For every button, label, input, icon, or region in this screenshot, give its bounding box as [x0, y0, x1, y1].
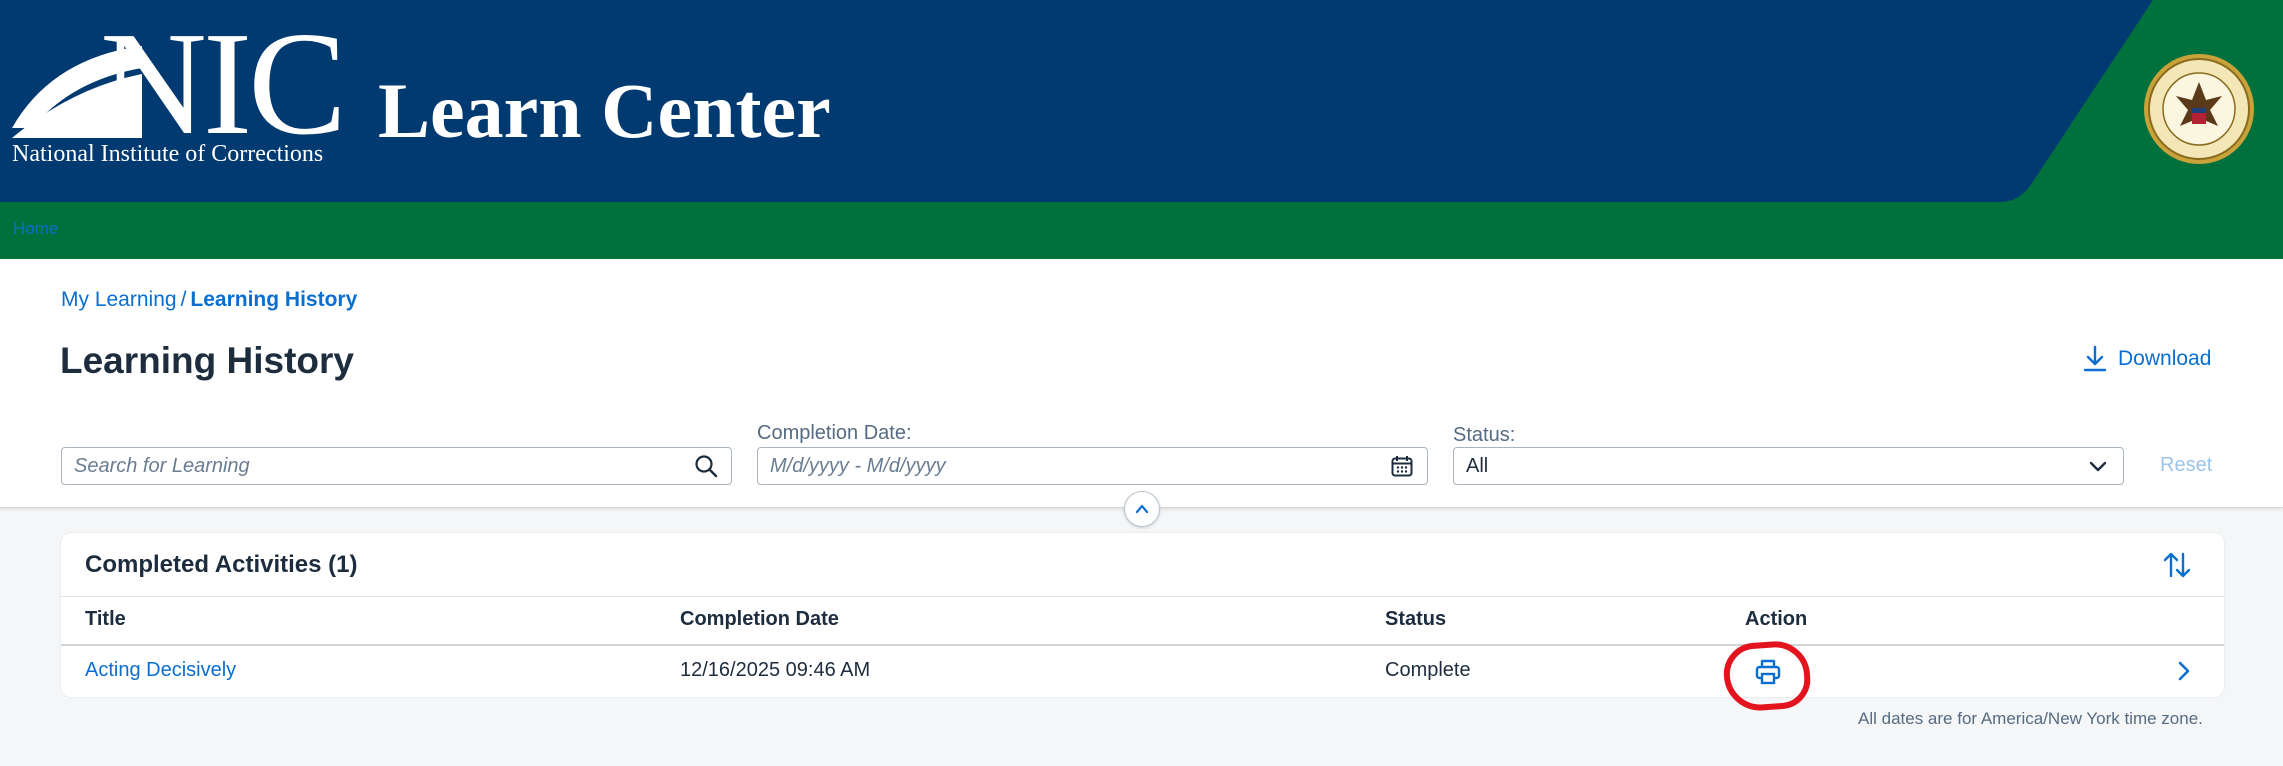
column-header-action: Action — [1745, 608, 1808, 630]
column-header-completion-date: Completion Date — [680, 608, 839, 630]
activity-title-link[interactable]: Acting Decisively — [85, 659, 236, 682]
logo-mark: NIC — [100, 2, 347, 166]
activity-completion-date: 12/16/2025 09:46 AM — [680, 659, 871, 681]
completed-activities-card — [61, 533, 2224, 697]
collapse-filters-button[interactable] — [1124, 491, 1160, 527]
app-title: Learn Center — [378, 67, 831, 154]
column-header-status: Status — [1385, 608, 1447, 630]
card-divider — [61, 596, 2224, 597]
download-label: Download — [2118, 347, 2212, 370]
breadcrumb-separator: / — [180, 288, 187, 311]
card-title: Completed Activities (1) — [85, 551, 358, 578]
doj-seal-icon — [2144, 54, 2254, 164]
chevron-up-icon — [1135, 504, 1149, 514]
calendar-icon[interactable] — [1389, 453, 1415, 479]
completion-date-label: Completion Date: — [757, 422, 912, 444]
nav-home-link[interactable]: Home — [13, 219, 58, 239]
search-input[interactable] — [74, 454, 693, 478]
red-highlight-circle — [1721, 639, 1813, 713]
status-select[interactable]: All — [1453, 447, 2124, 485]
activity-status: Complete — [1385, 659, 1471, 681]
breadcrumb: My Learning / Learning History — [61, 288, 357, 312]
completion-date-input[interactable] — [770, 454, 1389, 478]
status-label: Status: — [1453, 424, 1516, 446]
search-icon[interactable] — [693, 453, 719, 479]
chevron-right-icon[interactable] — [2172, 658, 2196, 684]
search-field — [61, 447, 732, 485]
breadcrumb-my-learning[interactable]: My Learning — [61, 288, 177, 311]
reset-button[interactable]: Reset — [2160, 454, 2212, 477]
table-header-divider — [61, 644, 2224, 646]
timezone-note: All dates are for America/New York time … — [1858, 709, 2203, 728]
page-title: Learning History — [60, 340, 354, 381]
logo-subtitle: National Institute of Corrections — [12, 141, 324, 167]
site-header: NIC National Institute of Corrections Le… — [0, 0, 2283, 202]
column-header-title: Title — [85, 608, 126, 630]
download-button[interactable]: Download — [2082, 345, 2211, 373]
status-select-value: All — [1466, 454, 1489, 477]
completion-date-field — [757, 447, 1428, 485]
download-icon — [2083, 345, 2107, 372]
nav-bar — [0, 202, 2283, 259]
chevron-down-icon[interactable] — [2085, 453, 2111, 479]
sort-icon[interactable] — [2162, 550, 2192, 580]
breadcrumb-current: Learning History — [190, 288, 358, 311]
